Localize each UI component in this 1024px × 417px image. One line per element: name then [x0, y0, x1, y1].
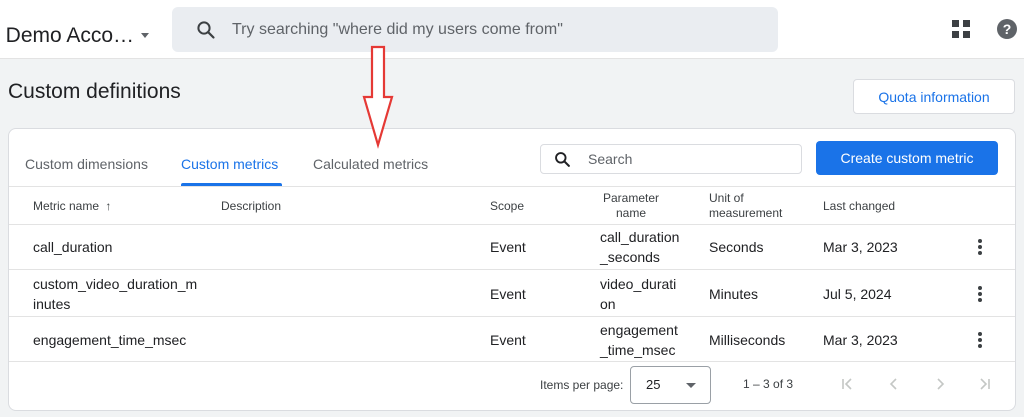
account-dropdown-icon[interactable] — [141, 33, 149, 38]
divider — [9, 224, 1015, 225]
scope-cell: Event — [490, 286, 526, 302]
tab-calculated-metrics[interactable]: Calculated metrics — [313, 156, 428, 172]
last-changed-cell: Jul 5, 2024 — [823, 286, 892, 302]
header-line: Unit of — [709, 191, 744, 205]
metric-name-cell: call_duration — [33, 239, 113, 255]
table-search-input[interactable] — [588, 145, 788, 173]
account-selector-label[interactable]: : Demo Acco… — [0, 24, 134, 48]
unit-cell: Minutes — [709, 286, 759, 302]
global-search-bar[interactable] — [172, 7, 778, 52]
unit-cell: Milliseconds — [709, 332, 786, 348]
divider — [9, 269, 1015, 270]
items-per-page-value: 25 — [646, 377, 661, 392]
custom-definitions-card: Custom dimensions Custom metrics Calcula… — [8, 128, 1016, 411]
metric-name-cell: engagement_time_msec — [33, 332, 187, 348]
column-header-last-changed[interactable]: Last changed — [823, 199, 895, 214]
header-line: measurement — [709, 206, 783, 220]
scope-cell: Event — [490, 332, 526, 348]
divider — [9, 186, 1015, 187]
cell-line: _seconds — [600, 249, 660, 265]
cell-line: call_duration — [600, 229, 680, 245]
last-changed-cell: Mar 3, 2023 — [823, 239, 898, 255]
metric-name-cell: custom_video_duration_m inutes — [33, 274, 197, 314]
help-icon[interactable]: ? — [997, 19, 1017, 39]
more-vert-icon[interactable] — [978, 286, 982, 304]
table-search-box[interactable] — [540, 144, 802, 174]
cell-line: custom_video_duration_m — [33, 276, 198, 292]
cell-line: engagement — [600, 322, 678, 338]
items-per-page-label: Items per page: — [540, 378, 624, 392]
page-title: Custom definitions — [8, 80, 181, 103]
sort-arrow-up-icon: ↑ — [105, 199, 112, 213]
divider — [9, 361, 1015, 362]
column-header-description[interactable]: Description — [221, 199, 281, 214]
last-changed-cell: Mar 3, 2023 — [823, 332, 898, 348]
column-header-label: Metric name — [33, 199, 100, 213]
cell-line: inutes — [33, 296, 71, 312]
apps-grid-icon[interactable] — [952, 20, 970, 38]
cell-line: on — [600, 296, 616, 312]
cell-line: _time_msec — [600, 342, 676, 358]
more-vert-icon[interactable] — [978, 332, 982, 350]
search-icon — [197, 21, 215, 39]
parameter-name-cell: engagement _time_msec — [600, 320, 678, 360]
scope-cell: Event — [490, 239, 526, 255]
red-arrow-annotation — [362, 45, 394, 149]
top-bar: : Demo Acco… ? — [0, 0, 1024, 59]
pagination-range: 1 – 3 of 3 — [743, 377, 794, 391]
chevron-down-icon — [686, 383, 696, 388]
cell-line: video_durati — [600, 276, 677, 292]
unit-cell: Seconds — [709, 239, 764, 255]
quota-information-button[interactable]: Quota information — [853, 79, 1015, 114]
more-vert-icon[interactable] — [978, 239, 982, 257]
create-custom-metric-button[interactable]: Create custom metric — [816, 141, 998, 175]
tab-custom-metrics[interactable]: Custom metrics — [181, 156, 278, 172]
column-header-unit[interactable]: Unit of measurement — [709, 191, 782, 221]
global-search-input[interactable] — [232, 7, 752, 52]
parameter-name-cell: video_durati on — [600, 274, 676, 314]
header-line: name — [615, 206, 647, 220]
header-line: Parameter — [602, 191, 660, 205]
next-page-icon[interactable] — [933, 377, 947, 391]
last-page-icon[interactable] — [977, 377, 991, 391]
first-page-icon[interactable] — [841, 377, 855, 391]
divider — [9, 316, 1015, 317]
tab-custom-dimensions[interactable]: Custom dimensions — [25, 156, 148, 172]
prev-page-icon[interactable] — [887, 377, 901, 391]
items-per-page-select[interactable]: 25 — [630, 366, 711, 404]
column-header-scope[interactable]: Scope — [490, 199, 524, 214]
search-icon — [555, 152, 570, 167]
column-header-parameter-name[interactable]: Parameter name — [591, 191, 671, 221]
parameter-name-cell: call_duration _seconds — [600, 227, 679, 267]
column-header-metric-name[interactable]: Metric name ↑ — [33, 199, 111, 214]
